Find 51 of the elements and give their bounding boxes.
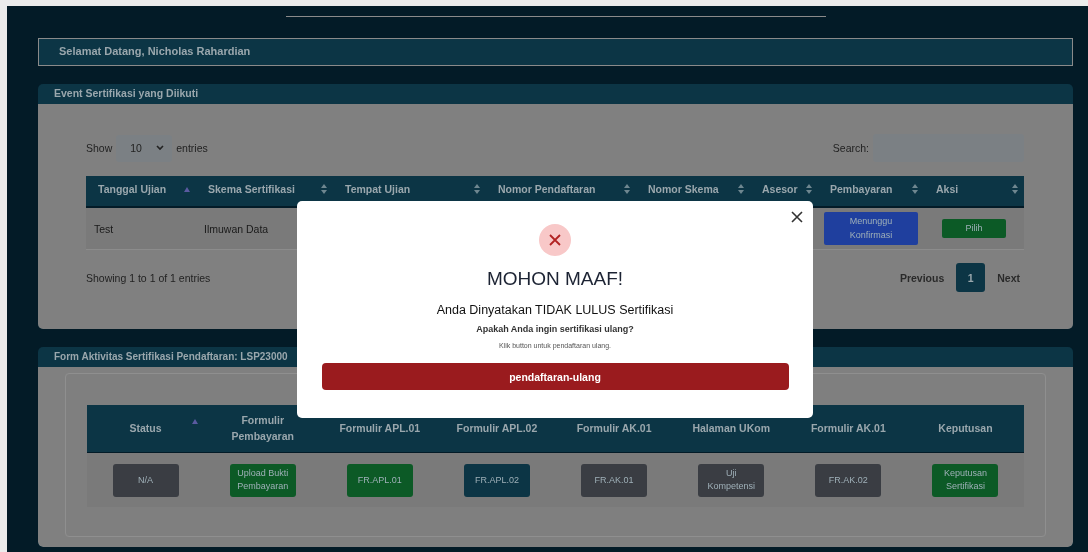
column-header[interactable]: Nomor Pendaftaran xyxy=(486,176,636,206)
action-button[interactable]: Menunggu Konfirmasi xyxy=(824,212,918,245)
welcome-bar: Selamat Datang, Nicholas Rahardian xyxy=(38,38,1073,66)
form-button[interactable]: FR.APL.02 xyxy=(463,463,530,497)
form-button[interactable]: Keputusan Sertifikasi xyxy=(932,463,999,497)
close-icon[interactable] xyxy=(789,209,805,225)
sort-ascending-icon xyxy=(192,419,199,424)
form-button[interactable]: Upload Bukti Pembayaran xyxy=(229,463,296,497)
column-header[interactable]: Nomor Skema xyxy=(636,176,750,206)
column-header[interactable]: Formulir AK.01 xyxy=(789,405,907,452)
form-button[interactable]: FR.AK.02 xyxy=(815,463,882,497)
sort-ascending-icon xyxy=(184,186,190,192)
column-header[interactable]: Pembayaran xyxy=(818,176,924,206)
column-header[interactable]: Status xyxy=(87,405,205,452)
panel-title: Event Sertifikasi yang Diikuti xyxy=(53,86,200,101)
sort-icon xyxy=(321,184,327,194)
form-button[interactable]: FR.AK.01 xyxy=(581,463,648,497)
sort-icon xyxy=(738,184,744,194)
column-header[interactable]: Formulir Pembayaran xyxy=(204,405,322,452)
form-button[interactable]: N/A xyxy=(112,463,179,497)
entries-select[interactable]: 10 xyxy=(116,134,173,162)
table-cell: Ilmuwan Data xyxy=(204,222,269,235)
column-header[interactable]: Tanggal Ujian xyxy=(86,176,196,206)
form-button[interactable]: FR.APL.01 xyxy=(346,463,413,497)
search-label: Search: xyxy=(832,142,869,154)
sort-icon xyxy=(912,184,918,194)
table-cell: Test xyxy=(94,222,114,235)
panel-title: Form Aktivitas Sertifikasi Pendaftaran: LSP23000 xyxy=(54,351,288,362)
dialog-message: Anda Dinyatakan TIDAK LULUS Sertifikasi xyxy=(436,303,674,317)
sort-icon xyxy=(806,184,812,194)
dialog-question: Apakah Anda ingin sertifikasi ulang? xyxy=(476,324,634,334)
pagination-link[interactable]: Next xyxy=(993,265,1024,290)
page-button[interactable]: 1 xyxy=(956,263,986,292)
dialog-title: MOHON MAAF! xyxy=(486,268,624,290)
entries-label: entries xyxy=(176,142,208,154)
sort-icon xyxy=(1012,184,1018,194)
table-info: Showing 1 to 1 of 1 entries xyxy=(86,271,211,284)
column-header[interactable]: Asesor xyxy=(750,176,818,206)
action-button[interactable]: Pilih xyxy=(942,218,1006,239)
column-header[interactable]: Skema Sertifikasi xyxy=(196,176,333,206)
column-header[interactable]: Tempat Ujian xyxy=(333,176,486,206)
sort-icon xyxy=(474,184,480,194)
show-label: Show xyxy=(86,142,113,154)
column-header[interactable]: Aksi xyxy=(924,176,1024,206)
re-register-button[interactable]: pendaftaran-ulang xyxy=(321,363,789,390)
column-header[interactable]: Keputusan xyxy=(906,405,1024,452)
sort-icon xyxy=(624,184,630,194)
pagination-link[interactable]: Previous xyxy=(895,265,949,290)
chevron-down-icon xyxy=(156,145,165,151)
form-button[interactable]: Uji Kompetensi xyxy=(698,463,765,497)
error-icon xyxy=(539,224,571,256)
